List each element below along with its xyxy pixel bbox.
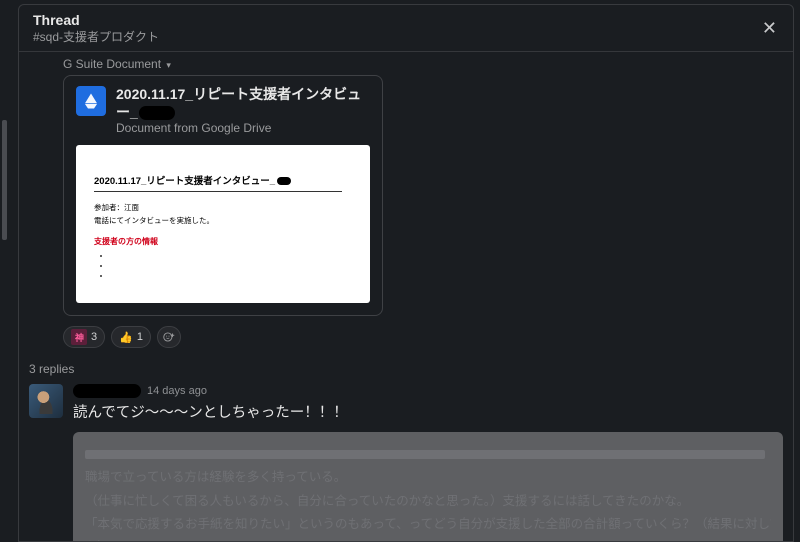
reply-text: 読んでてジ〜〜〜ンとしちゃったー！！！ (73, 401, 783, 422)
reaction-pill[interactable]: 👍 1 (111, 326, 151, 348)
quoted-block: 職場で立っている方は経験を多く持っている。 （仕事に忙しくて困る人もいるから、自… (73, 432, 783, 541)
original-message: G Suite Document ▾ 2020.11.17_リピート支援者インタ… (19, 52, 793, 348)
thread-panel: Thread #sqd-支援者プロダクト ✕ G Suite Document … (18, 4, 794, 542)
replies-count: 3 replies (19, 348, 793, 380)
add-reaction-icon (162, 330, 176, 344)
reply-timestamp[interactable]: 14 days ago (147, 385, 207, 397)
reply-body: 14 days ago 読んでてジ〜〜〜ンとしちゃったー！！！ 職場で立っている… (73, 384, 783, 541)
reactions-row-top: 神 3 👍 1 (63, 326, 793, 348)
document-thumbnail[interactable]: 2020.11.17_リピート支援者インタビュー_ 参加者：江面 電話にてインタ… (76, 145, 370, 303)
doc-thumb-bullet (110, 261, 352, 271)
doc-thumb-hr (94, 191, 342, 192)
doc-thumb-bullet (110, 251, 352, 261)
redacted-suffix (139, 106, 175, 120)
attachment-source-text: G Suite Document (63, 57, 161, 71)
doc-thumb-bullet (110, 271, 352, 281)
reaction-count: 1 (137, 331, 143, 343)
left-gutter-indicator (2, 120, 7, 240)
avatar[interactable] (29, 384, 63, 418)
reaction-pill[interactable]: 神 3 (63, 326, 105, 348)
close-icon[interactable]: ✕ (756, 15, 783, 41)
reply-meta: 14 days ago (73, 384, 783, 398)
thumbs-up-icon: 👍 (119, 331, 133, 344)
add-reaction-button[interactable] (157, 326, 181, 348)
reaction-count: 3 (91, 331, 97, 343)
attachment-card[interactable]: 2020.11.17_リピート支援者インタビュー_ Document from … (63, 75, 383, 316)
thread-channel[interactable]: #sqd-支援者プロダクト (33, 28, 779, 45)
doc-thumb-title: 2020.11.17_リピート支援者インタビュー_ (94, 173, 352, 187)
thread-content: G Suite Document ▾ 2020.11.17_リピート支援者インタ… (19, 52, 793, 541)
quoted-line: 職場で立っている方は経験を多く持っている。 (85, 467, 771, 488)
attachment-file-name: 2020.11.17_リピート支援者インタビュー_ (116, 86, 370, 121)
kami-emoji-icon: 神 (71, 329, 87, 345)
quoted-line (85, 444, 771, 465)
doc-thumb-red-heading: 支援者の方の情報 (94, 236, 352, 247)
attachment-title-group: 2020.11.17_リピート支援者インタビュー_ Document from … (116, 86, 370, 135)
quoted-line: （仕事に忙しくて困る人もいるから、自分に合っていたのかなと思った。）支援するには… (85, 491, 771, 512)
attachment-header: 2020.11.17_リピート支援者インタビュー_ Document from … (76, 86, 370, 135)
quoted-line: な） (85, 537, 771, 541)
doc-thumb-bullets (110, 251, 352, 280)
google-drive-icon (76, 86, 106, 116)
redacted-username[interactable] (73, 384, 141, 398)
quoted-line: 「本気で応援するお手紙を知りたい」というのもあって、ってどう自分が支援した全部の… (85, 514, 771, 535)
doc-thumb-line2: 電話にてインタビューを実施した。 (94, 215, 352, 226)
doc-thumb-line1: 参加者：江面 (94, 202, 352, 213)
attachment-file-source: Document from Google Drive (116, 121, 370, 135)
reply-message: 14 days ago 読んでてジ〜〜〜ンとしちゃったー！！！ 職場で立っている… (19, 380, 793, 541)
chevron-down-icon: ▾ (166, 60, 171, 70)
thread-title: Thread (33, 12, 779, 28)
attachment-source-label[interactable]: G Suite Document ▾ (63, 52, 793, 75)
thread-header: Thread #sqd-支援者プロダクト ✕ (19, 5, 793, 52)
